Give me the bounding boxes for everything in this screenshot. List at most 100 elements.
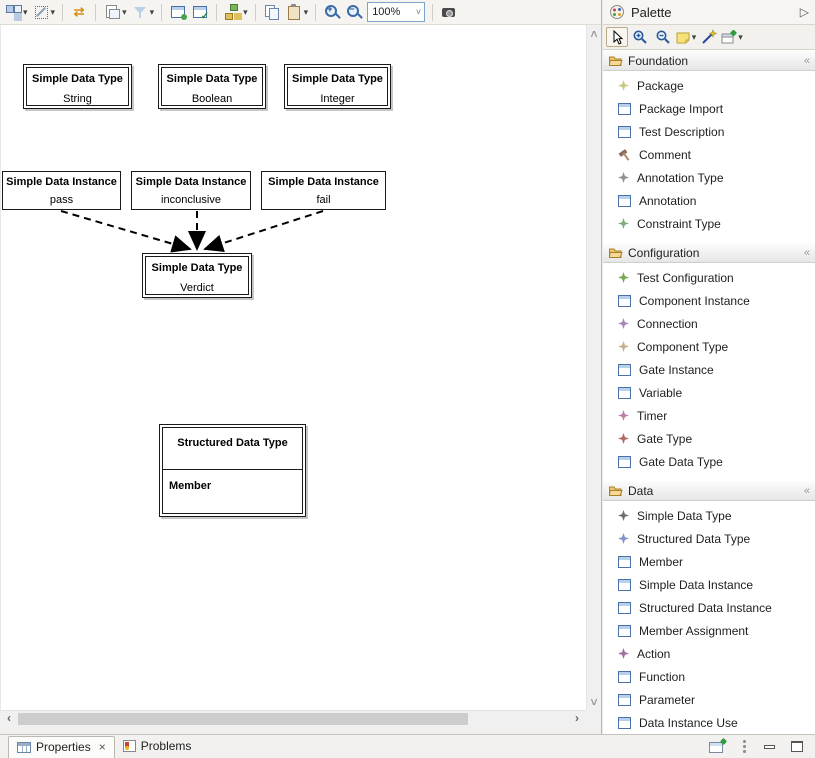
- palette-item-annotation[interactable]: Annotation: [603, 189, 815, 212]
- note-attachment-tool[interactable]: [698, 27, 720, 47]
- palette-header[interactable]: Palette ▷: [603, 0, 815, 25]
- section-header-data[interactable]: Data «: [603, 480, 815, 501]
- palette-item-connection[interactable]: Connection: [603, 312, 815, 335]
- scrollbar-thumb[interactable]: [18, 713, 468, 725]
- scroll-down-icon[interactable]: ˅: [587, 695, 601, 710]
- node-integer[interactable]: Simple Data TypeInteger: [284, 64, 391, 109]
- palette-item-gate-instance[interactable]: Gate Instance: [603, 358, 815, 381]
- palette-item-structured-data-instance[interactable]: Structured Data Instance: [603, 596, 815, 619]
- layout-hierarchy-button[interactable]: ▾: [222, 1, 250, 23]
- palette-item-gate-type[interactable]: Gate Type: [603, 427, 815, 450]
- node-pass[interactable]: Simple Data Instancepass: [2, 171, 121, 210]
- tab-problems[interactable]: Problems: [115, 736, 200, 757]
- palette-item-action[interactable]: Action: [603, 642, 815, 665]
- palette-item-simple-data-type[interactable]: Simple Data Type: [603, 504, 815, 527]
- zoom-in-button[interactable]: +: [321, 1, 343, 23]
- palette-item-structured-data-type[interactable]: Structured Data Type: [603, 527, 815, 550]
- arrange-shapes-button[interactable]: ▾: [2, 1, 30, 23]
- restore-view-icon[interactable]: [709, 739, 726, 753]
- toolbar-separator: [95, 4, 96, 21]
- palette-item-function[interactable]: Function: [603, 665, 815, 688]
- folder-open-icon: [608, 55, 623, 67]
- dependency-edge-pass-to-verdict[interactable]: [61, 211, 190, 249]
- close-icon[interactable]: ×: [99, 740, 106, 754]
- toolbar-separator: [216, 4, 217, 21]
- maximize-icon[interactable]: [791, 741, 803, 752]
- note-tool[interactable]: ▾: [675, 27, 697, 47]
- canvas-horizontal-scrollbar[interactable]: ‹ ›: [0, 710, 586, 727]
- simple-data-type-icon: [618, 510, 629, 521]
- dependency-edge-fail-to-verdict[interactable]: [205, 211, 323, 249]
- palette-item-label: Comment: [639, 148, 691, 162]
- scroll-right-icon[interactable]: ›: [570, 711, 584, 726]
- copy-button[interactable]: [261, 1, 283, 23]
- palette-item-label: Component Type: [637, 340, 728, 354]
- node-boolean[interactable]: Simple Data TypeBoolean: [158, 64, 266, 109]
- palette-item-comment[interactable]: Comment: [603, 143, 815, 166]
- view-toolbar: [709, 739, 815, 754]
- palette-collapse-icon[interactable]: ▷: [800, 5, 809, 19]
- palette-item-member[interactable]: Member: [603, 550, 815, 573]
- node-verdict[interactable]: Simple Data TypeVerdict: [142, 253, 252, 298]
- palette-item-component-instance[interactable]: Component Instance: [603, 289, 815, 312]
- section-header-configuration[interactable]: Configuration «: [603, 242, 815, 263]
- palette-item-component-type[interactable]: Component Type: [603, 335, 815, 358]
- node-structured[interactable]: Structured Data TypeMember: [159, 424, 306, 517]
- sync-button[interactable]: ⇄: [68, 1, 90, 23]
- zoom-out-tool[interactable]: [652, 27, 674, 47]
- section-header-foundation[interactable]: Foundation «: [603, 50, 815, 71]
- minimize-icon[interactable]: [764, 741, 775, 752]
- cursor-arrow-icon: [610, 30, 624, 45]
- pin-open-icon[interactable]: «: [804, 55, 810, 67]
- palette-item-data-instance-use[interactable]: Data Instance Use: [603, 711, 815, 734]
- palette-item-label: Timer: [637, 409, 667, 423]
- node-value: String: [27, 93, 128, 105]
- paste-button[interactable]: ▾: [283, 1, 311, 23]
- filter-button[interactable]: ▾: [129, 1, 157, 23]
- node-inconclusive[interactable]: Simple Data Instanceinconclusive: [131, 171, 251, 210]
- palette-item-test-description[interactable]: Test Description: [603, 120, 815, 143]
- scroll-left-icon[interactable]: ‹: [2, 711, 16, 726]
- palette-item-package-import[interactable]: Package Import: [603, 97, 815, 120]
- palette-item-parameter[interactable]: Parameter: [603, 688, 815, 711]
- validate-button[interactable]: [189, 1, 211, 23]
- tab-properties[interactable]: Properties ×: [8, 736, 115, 758]
- camera-icon: [440, 3, 458, 21]
- canvas-vertical-scrollbar[interactable]: ˄ ˅: [586, 25, 601, 710]
- node-value: Boolean: [162, 93, 262, 105]
- node-fail[interactable]: Simple Data Instancefail: [261, 171, 386, 210]
- dropdown-caret-icon: ▾: [51, 3, 56, 21]
- pin-open-icon[interactable]: «: [804, 485, 810, 497]
- scroll-up-icon[interactable]: ˄: [587, 27, 601, 42]
- palette-item-test-configuration[interactable]: Test Configuration: [603, 266, 815, 289]
- show-compartment-button[interactable]: [167, 1, 189, 23]
- filter-icon: [131, 3, 149, 21]
- pin-open-icon[interactable]: «: [804, 247, 810, 259]
- palette-item-gate-data-type[interactable]: Gate Data Type: [603, 450, 815, 473]
- dropdown-caret-icon: ▾: [23, 3, 28, 21]
- pin-tool[interactable]: ▾: [721, 27, 743, 47]
- select-marquee-button[interactable]: ▾: [30, 1, 58, 23]
- palette-item-package[interactable]: Package: [603, 74, 815, 97]
- copy-appearance-button[interactable]: ▾: [101, 1, 129, 23]
- node-string[interactable]: Simple Data TypeString: [23, 64, 132, 109]
- palette-item-label: Test Description: [639, 125, 724, 139]
- palette-item-variable[interactable]: Variable: [603, 381, 815, 404]
- diagram-canvas[interactable]: Simple Data TypeString Simple Data TypeBo…: [0, 25, 586, 710]
- zoom-out-button[interactable]: −: [343, 1, 365, 23]
- node-border: Simple Data TypeInteger: [287, 67, 388, 106]
- snapshot-button[interactable]: [438, 1, 460, 23]
- view-menu-icon[interactable]: [742, 739, 748, 754]
- palette-item-constraint-type[interactable]: Constraint Type: [603, 212, 815, 235]
- palette-item-annotation-type[interactable]: Annotation Type: [603, 166, 815, 189]
- paste-icon: [285, 3, 303, 21]
- zoom-level-combo[interactable]: 100%˅: [367, 2, 425, 22]
- show-compartment-icon: [169, 3, 187, 21]
- palette-item-simple-data-instance[interactable]: Simple Data Instance: [603, 573, 815, 596]
- palette-icon: [609, 4, 625, 20]
- dropdown-caret-icon: ▾: [304, 3, 309, 21]
- palette-item-timer[interactable]: Timer: [603, 404, 815, 427]
- zoom-in-tool[interactable]: [629, 27, 651, 47]
- selection-tool[interactable]: [606, 27, 628, 47]
- palette-item-member-assignment[interactable]: Member Assignment: [603, 619, 815, 642]
